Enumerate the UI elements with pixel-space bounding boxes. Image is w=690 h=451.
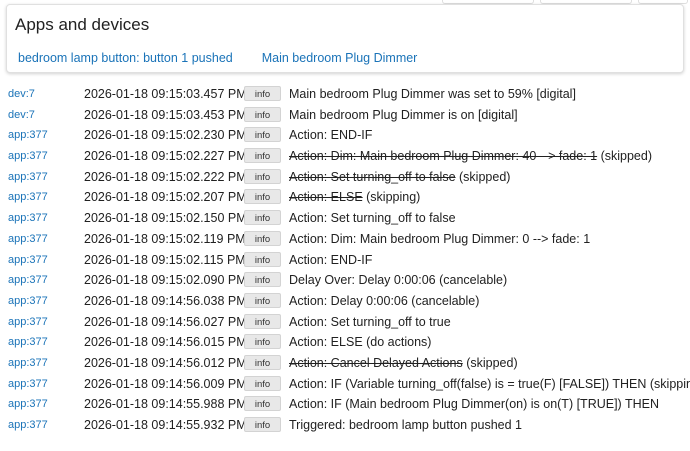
log-message: Action: IF (Main bedroom Plug Dimmer(on)… (289, 397, 659, 412)
log-source-link[interactable]: app:377 (8, 171, 48, 183)
info-button[interactable]: info (244, 354, 281, 370)
log-source-link[interactable]: app:377 (8, 233, 48, 245)
filter-links: bedroom lamp button: button 1 pushed Mai… (18, 51, 417, 65)
log-message-struck: Action: ELSE (289, 190, 363, 205)
log-source-link[interactable]: app:377 (8, 191, 48, 203)
info-button[interactable]: info (244, 272, 281, 288)
log-timestamp: 2026-01-18 09:15:02.150 PM (84, 211, 247, 226)
info-button[interactable]: info (244, 396, 281, 412)
log-row: app:377 2026-01-18 09:15:02.090 PM info Del… (0, 270, 690, 291)
log-source-link[interactable]: app:377 (8, 295, 48, 307)
log-timestamp: 2026-01-18 09:15:02.115 PM (84, 252, 246, 267)
log-message-suffix: (skipped) (462, 355, 518, 370)
log-source-link[interactable]: app:377 (8, 398, 48, 410)
info-button[interactable]: info (244, 230, 281, 246)
log-source-link[interactable]: dev:7 (8, 109, 35, 121)
info-button[interactable]: info (244, 210, 281, 226)
info-button[interactable]: info (244, 251, 281, 267)
filter-link-main-bedroom-plug-dimmer[interactable]: Main bedroom Plug Dimmer (262, 51, 418, 65)
log-timestamp: 2026-01-18 09:15:02.207 PM (84, 190, 247, 205)
log-row: app:377 2026-01-18 09:14:56.009 PM info Act… (0, 374, 690, 395)
log-message: Action: Delay 0:00:06 (cancelable) (289, 293, 480, 308)
log-source-link[interactable]: app:377 (8, 357, 48, 369)
info-button[interactable]: info (244, 168, 281, 184)
info-button[interactable]: info (244, 86, 281, 101)
log-source-link[interactable]: app:377 (8, 212, 48, 224)
log-row: app:377 2026-01-18 09:14:55.988 PM info Act… (0, 394, 690, 415)
log-message: Action: Set turning_off to false (289, 211, 456, 226)
log-row: app:377 2026-01-18 09:15:02.119 PM info Act… (0, 229, 690, 250)
log-source-link[interactable]: app:377 (8, 378, 48, 390)
log-message: Action: END-IF (289, 252, 373, 267)
log-timestamp: 2026-01-18 09:14:56.027 PM (84, 314, 247, 329)
log-message-struck: Action: Cancel Delayed Actions (289, 355, 463, 370)
log-source-link[interactable]: app:377 (8, 336, 48, 348)
log-row: app:377 2026-01-18 09:14:55.932 PM info Tri… (0, 415, 690, 436)
log-row: app:377 2026-01-18 09:15:02.230 PM info Act… (0, 125, 690, 146)
log-timestamp: 2026-01-18 09:15:02.119 PM (84, 231, 246, 246)
log-row: dev:7 2026-01-18 09:15:03.457 PM info Main … (0, 84, 690, 105)
log-timestamp: 2026-01-18 09:14:56.009 PM (84, 376, 247, 391)
log-row: app:377 2026-01-18 09:14:56.012 PM info Act… (0, 353, 690, 374)
apps-and-devices-panel: Apps and devices bedroom lamp button: bu… (6, 4, 684, 73)
info-button[interactable]: info (244, 189, 281, 205)
log-message-struck: Action: Dim: Main bedroom Plug Dimmer: 4… (289, 149, 598, 164)
log-message-suffix: (skipped) (455, 169, 511, 184)
log-message: Action: ELSE (skipping) (289, 190, 420, 204)
filter-link-bedroom-lamp-button[interactable]: bedroom lamp button: button 1 pushed (18, 51, 233, 65)
info-button[interactable]: info (244, 417, 281, 432)
log-row: app:377 2026-01-18 09:15:02.207 PM info Act… (0, 187, 690, 208)
log-timestamp: 2026-01-18 09:15:03.457 PM (84, 87, 247, 101)
log-source-link[interactable]: app:377 (8, 129, 48, 141)
log-timestamp: 2026-01-18 09:15:02.222 PM (84, 169, 247, 184)
log-message: Action: Set turning_off to true (289, 314, 451, 329)
log-message: Main bedroom Plug Dimmer was set to 59% … (289, 87, 576, 101)
log-timestamp: 2026-01-18 09:14:56.038 PM (84, 293, 247, 308)
log-message-suffix: (skipped) (597, 149, 652, 164)
log-timestamp: 2026-01-18 09:14:56.015 PM (84, 335, 247, 350)
log-source-link[interactable]: dev:7 (8, 88, 35, 100)
log-row: app:377 2026-01-18 09:14:56.015 PM info Act… (0, 332, 690, 353)
info-button[interactable]: info (244, 334, 281, 350)
log-timestamp: 2026-01-18 09:15:02.090 PM (84, 273, 247, 288)
log-timestamp: 2026-01-18 09:15:03.453 PM (84, 107, 247, 122)
log-row: dev:7 2026-01-18 09:15:03.453 PM info Main … (0, 105, 690, 126)
log-row: app:377 2026-01-18 09:14:56.038 PM info Act… (0, 291, 690, 312)
info-button[interactable]: info (244, 127, 281, 143)
log-message: Action: Dim: Main bedroom Plug Dimmer: 4… (289, 149, 652, 163)
log-row: app:377 2026-01-18 09:15:02.227 PM info Act… (0, 146, 690, 167)
log-message: Action: Dim: Main bedroom Plug Dimmer: 0… (289, 231, 591, 246)
log-message: Triggered: bedroom lamp button pushed 1 (289, 418, 523, 432)
log-message: Action: IF (Variable turning_off(false) … (289, 376, 690, 391)
log-message-suffix: (skipping) (362, 190, 421, 205)
log-message: Action: Cancel Delayed Actions (skipped) (289, 356, 518, 370)
log-timestamp: 2026-01-18 09:14:55.988 PM (84, 397, 247, 412)
log-message: Delay Over: Delay 0:00:06 (cancelable) (289, 273, 508, 288)
log-source-link[interactable]: app:377 (8, 316, 48, 328)
log-message: Main bedroom Plug Dimmer is on [digital] (289, 107, 518, 122)
log-source-link[interactable]: app:377 (8, 419, 48, 431)
log-message: Action: ELSE (do actions) (289, 335, 432, 350)
log-source-link[interactable]: app:377 (8, 254, 48, 266)
info-button[interactable]: info (244, 148, 281, 164)
info-button[interactable]: info (244, 292, 281, 308)
log-row: app:377 2026-01-18 09:15:02.150 PM info Act… (0, 208, 690, 229)
info-button[interactable]: info (244, 106, 281, 122)
log-source-link[interactable]: app:377 (8, 274, 48, 286)
log-message: Action: END-IF (289, 128, 373, 143)
log-timestamp: 2026-01-18 09:14:56.012 PM (84, 355, 247, 370)
info-button[interactable]: info (244, 313, 281, 329)
log-row: app:377 2026-01-18 09:14:56.027 PM info Act… (0, 312, 690, 333)
log-timestamp: 2026-01-18 09:15:02.227 PM (84, 149, 247, 164)
panel-title: Apps and devices (15, 15, 150, 34)
log-timestamp: 2026-01-18 09:14:55.932 PM (84, 418, 247, 432)
log-timestamp: 2026-01-18 09:15:02.230 PM (84, 128, 247, 143)
log-list: dev:7 2026-01-18 09:15:03.457 PM info Main … (0, 84, 690, 436)
log-row: app:377 2026-01-18 09:15:02.222 PM info Act… (0, 167, 690, 188)
log-row: app:377 2026-01-18 09:15:02.115 PM info Act… (0, 250, 690, 271)
log-message-struck: Action: Set turning_off to false (289, 169, 456, 184)
log-message: Action: Set turning_off to false (skippe… (289, 170, 510, 184)
log-source-link[interactable]: app:377 (8, 150, 48, 162)
info-button[interactable]: info (244, 375, 281, 391)
